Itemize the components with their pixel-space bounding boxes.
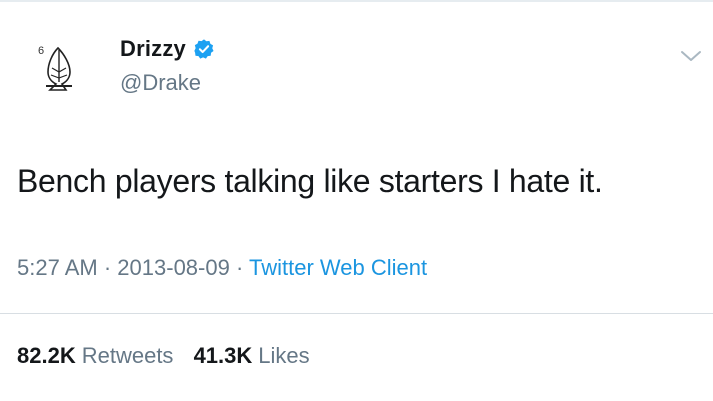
tweet-stats: 82.2K Retweets 41.3K Likes xyxy=(17,343,324,369)
author-display-name[interactable]: Drizzy xyxy=(120,36,186,62)
tweet-date[interactable]: 2013-08-09 xyxy=(117,255,230,280)
likes-count: 41.3K xyxy=(193,343,253,368)
tweet-client-link[interactable]: Twitter Web Client xyxy=(249,255,427,280)
likes-stat[interactable]: 41.3K Likes xyxy=(194,343,310,369)
tweet-time[interactable]: 5:27 AM xyxy=(17,255,98,280)
likes-label: Likes xyxy=(258,343,310,368)
meta-separator: · xyxy=(235,255,244,280)
stats-divider xyxy=(0,313,713,314)
chevron-down-icon[interactable] xyxy=(676,44,706,68)
meta-separator: · xyxy=(103,255,112,280)
author-name-row[interactable]: Drizzy xyxy=(120,36,215,62)
praying-hands-icon: 6 xyxy=(38,45,72,91)
verified-badge-icon xyxy=(193,38,215,60)
tweet-meta: 5:27 AM · 2013-08-09 · Twitter Web Clien… xyxy=(17,255,427,281)
retweets-stat[interactable]: 82.2K Retweets xyxy=(17,343,173,369)
retweets-label: Retweets xyxy=(81,343,174,368)
svg-text:6: 6 xyxy=(38,45,44,57)
author-handle[interactable]: @Drake xyxy=(120,70,201,96)
retweets-count: 82.2K xyxy=(17,343,76,368)
tweet-text: Bench players talking like starters I ha… xyxy=(17,163,603,199)
avatar[interactable]: 6 xyxy=(36,42,82,96)
top-divider xyxy=(0,0,713,2)
